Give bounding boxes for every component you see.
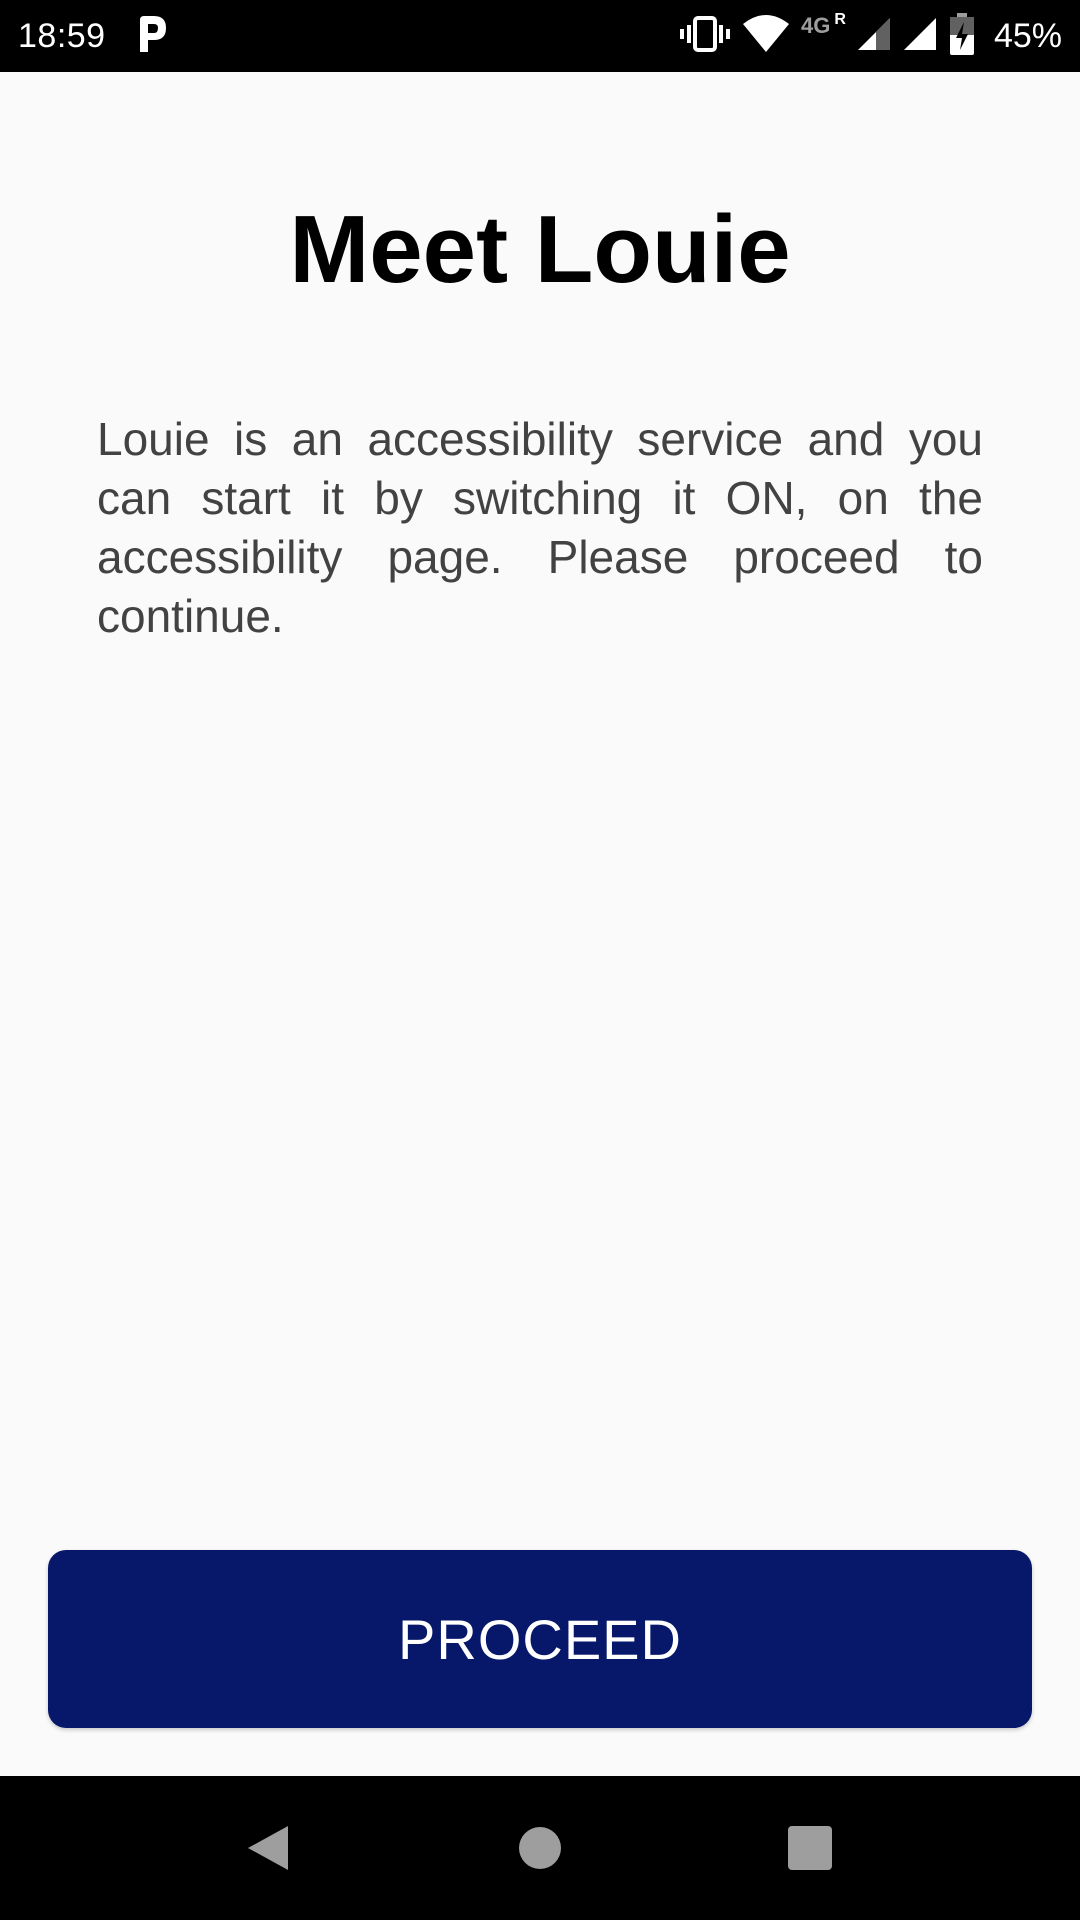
navigation-bar bbox=[0, 1776, 1080, 1920]
status-bar: 18:59 4G R 45% bbox=[0, 0, 1080, 72]
parking-app-icon bbox=[136, 14, 170, 59]
wifi-icon bbox=[741, 14, 791, 59]
network-type-label: 4G bbox=[801, 13, 831, 38]
signal-icon-2 bbox=[902, 16, 938, 57]
vibrate-icon bbox=[679, 14, 731, 59]
recents-icon[interactable] bbox=[738, 1776, 882, 1920]
intro-screen: Meet Louie Louie is an accessibility ser… bbox=[0, 72, 1080, 1776]
signal-icon bbox=[856, 16, 892, 57]
roaming-indicator: R bbox=[834, 11, 846, 28]
battery-charging-icon bbox=[948, 12, 976, 61]
status-time: 18:59 bbox=[18, 16, 106, 55]
description-text: Louie is an accessibility service and yo… bbox=[97, 413, 983, 642]
back-icon[interactable] bbox=[196, 1776, 340, 1920]
battery-percent: 45% bbox=[993, 16, 1062, 55]
home-icon[interactable] bbox=[468, 1776, 612, 1920]
proceed-button[interactable]: PROCEED bbox=[48, 1550, 1032, 1728]
page-title: Meet Louie bbox=[289, 196, 791, 303]
